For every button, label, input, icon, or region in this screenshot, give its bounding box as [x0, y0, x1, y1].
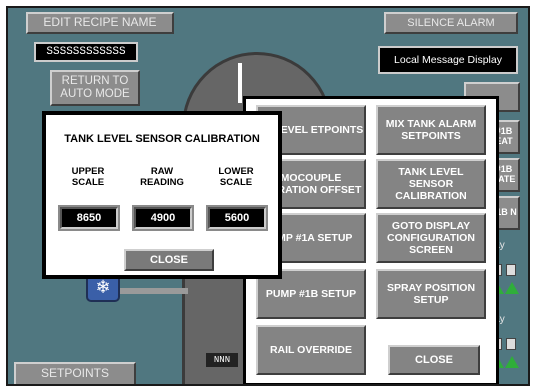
rail-override-button[interactable]: RAIL OVERRIDE	[256, 325, 366, 375]
silence-alarm-button[interactable]: SILENCE ALARM	[384, 12, 518, 34]
pipe	[108, 288, 188, 294]
indicator-triangle-icon	[505, 282, 519, 294]
raw-reading-field: 4900	[132, 205, 194, 231]
spray-position-setup-button[interactable]: SPRAY POSITION SETUP	[376, 269, 486, 319]
dialog-close-button[interactable]: CLOSE	[124, 249, 214, 271]
tank-level-calibration-dialog: TANK LEVEL SENSOR CALIBRATION UPPER SCAL…	[42, 111, 282, 279]
lower-scale-label: LOWER SCALE	[218, 166, 254, 188]
recipe-name-field[interactable]: SSSSSSSSSSSS	[34, 42, 138, 62]
tank-level-sensor-calibration-button[interactable]: TANK LEVEL SENSOR CALIBRATION	[376, 159, 486, 209]
hmi-screen: ❄ EDIT RECIPE NAME SSSSSSSSSSSS RETURN T…	[6, 6, 530, 386]
local-message-display: Local Message Display	[378, 46, 518, 74]
valve-icon	[506, 264, 516, 276]
valve-icon	[506, 338, 516, 350]
dialog-title: TANK LEVEL SENSOR CALIBRATION	[64, 133, 260, 145]
return-to-auto-mode-button[interactable]: RETURN TO AUTO MODE	[50, 70, 140, 106]
nnn-readout: NNN	[206, 353, 238, 367]
lower-scale-field[interactable]: 5600	[206, 205, 268, 231]
upper-scale-field[interactable]: 8650	[58, 205, 120, 231]
tank-highlight	[238, 63, 242, 103]
setpoints-button[interactable]: SETPOINTS	[14, 362, 136, 384]
mix-tank-alarm-setpoints-button[interactable]: MIX TANK ALARM SETPOINTS	[376, 105, 486, 155]
menu-close-button[interactable]: CLOSE	[388, 345, 480, 375]
edit-recipe-name-button[interactable]: EDIT RECIPE NAME	[26, 12, 174, 34]
goto-display-configuration-button[interactable]: GOTO DISPLAY CONFIGURATION SCREEN	[376, 213, 486, 263]
indicator-triangle-icon	[505, 356, 519, 368]
raw-reading-label: RAW READING	[140, 166, 184, 188]
upper-scale-label: UPPER SCALE	[71, 166, 105, 188]
